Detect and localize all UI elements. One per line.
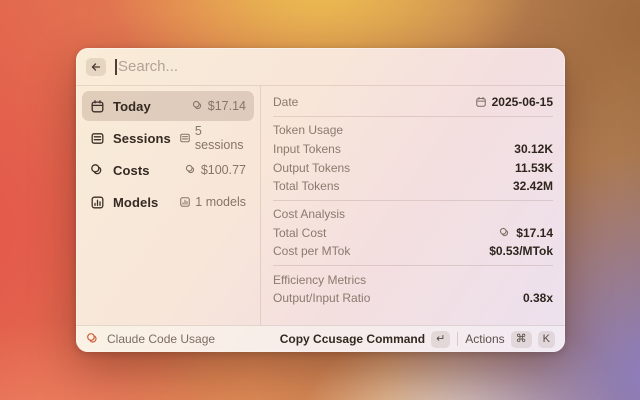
metadata-label: Input Tokens — [273, 142, 341, 156]
search-input[interactable] — [115, 58, 555, 75]
actions-label: Actions — [465, 332, 504, 346]
bar-chart-icon — [90, 195, 105, 210]
sidebar-item-label: Today — [113, 99, 151, 114]
arrow-left-icon — [90, 61, 102, 73]
metadata-value: $17.14 — [516, 226, 553, 240]
section-header: Token Usage — [273, 121, 553, 140]
metadata-label: Date — [273, 95, 298, 109]
metadata-value: 0.38x — [523, 291, 553, 305]
metadata-label: Total Cost — [273, 226, 326, 240]
metadata-label: Output Tokens — [273, 161, 350, 175]
metadata-row: Cost per MTok $0.53/MTok — [273, 242, 553, 261]
command-palette-window: Today $17.14 Sessions 5 session — [76, 48, 565, 352]
sidebar-item-sessions[interactable]: Sessions 5 sessions — [82, 123, 254, 153]
sidebar-item-label: Models — [113, 195, 158, 210]
sidebar-item-label: Costs — [113, 163, 150, 178]
actions-menu-button[interactable]: Actions ⌘ K — [465, 331, 555, 348]
separator — [273, 116, 553, 117]
sidebar-item-value: $17.14 — [208, 99, 246, 113]
calendar-icon — [475, 96, 487, 108]
coins-icon — [192, 100, 204, 112]
text-caret — [115, 59, 117, 75]
back-button[interactable] — [86, 58, 106, 76]
sidebar-item-value: 5 sessions — [195, 124, 246, 152]
metadata-row-date: Date 2025-06-15 — [273, 93, 553, 112]
coins-icon — [185, 164, 197, 176]
metadata-value: $0.53/MTok — [489, 244, 553, 258]
bar-chart-icon — [179, 196, 191, 208]
list-icon — [179, 132, 191, 144]
metadata-value: 32.42M — [513, 179, 553, 193]
metadata-row: Output Tokens 11.53K — [273, 158, 553, 177]
separator — [273, 265, 553, 266]
search-bar — [76, 48, 565, 86]
metadata-row: Total Tokens 32.42M — [273, 177, 553, 196]
sidebar-list: Today $17.14 Sessions 5 session — [76, 86, 261, 325]
enter-key-icon: ↵ — [431, 331, 450, 348]
calendar-icon — [90, 99, 105, 114]
action-bar: Claude Code Usage Copy Ccusage Command ↵… — [76, 325, 565, 352]
section-header: Efficiency Metrics — [273, 270, 553, 289]
app-name: Claude Code Usage — [107, 332, 215, 346]
metadata-value: 30.12K — [514, 142, 553, 156]
coins-icon — [86, 332, 100, 346]
k-key: K — [538, 331, 555, 348]
sidebar-item-today[interactable]: Today $17.14 — [82, 91, 254, 121]
metadata-value: 2025-06-15 — [492, 95, 553, 109]
sidebar-item-label: Sessions — [113, 131, 171, 146]
metadata-row: Output/Input Ratio 0.38x — [273, 289, 553, 308]
list-icon — [90, 131, 105, 146]
app-chip: Claude Code Usage — [86, 332, 215, 346]
coins-icon — [90, 163, 105, 178]
sidebar-item-value: $100.77 — [201, 163, 246, 177]
command-key-icon: ⌘ — [511, 331, 532, 348]
section-header: Cost Analysis — [273, 205, 553, 224]
separator — [273, 200, 553, 201]
primary-action-label: Copy Ccusage Command — [280, 332, 425, 346]
metadata-label: Cost per MTok — [273, 244, 350, 258]
metadata-label: Output/Input Ratio — [273, 291, 370, 305]
metadata-row: Input Tokens 30.12K — [273, 140, 553, 159]
footer-divider — [457, 332, 458, 346]
metadata-row: Total Cost $17.14 — [273, 224, 553, 243]
coins-icon — [499, 227, 511, 239]
metadata-value: 11.53K — [515, 161, 553, 175]
metadata-label: Total Tokens — [273, 179, 340, 193]
sidebar-item-models[interactable]: Models 1 models — [82, 187, 254, 217]
primary-action-button[interactable]: Copy Ccusage Command ↵ — [280, 331, 451, 348]
sidebar-item-costs[interactable]: Costs $100.77 — [82, 155, 254, 185]
detail-panel: Date 2025-06-15 Token Usage Input Tokens… — [261, 86, 565, 325]
sidebar-item-value: 1 models — [195, 195, 246, 209]
